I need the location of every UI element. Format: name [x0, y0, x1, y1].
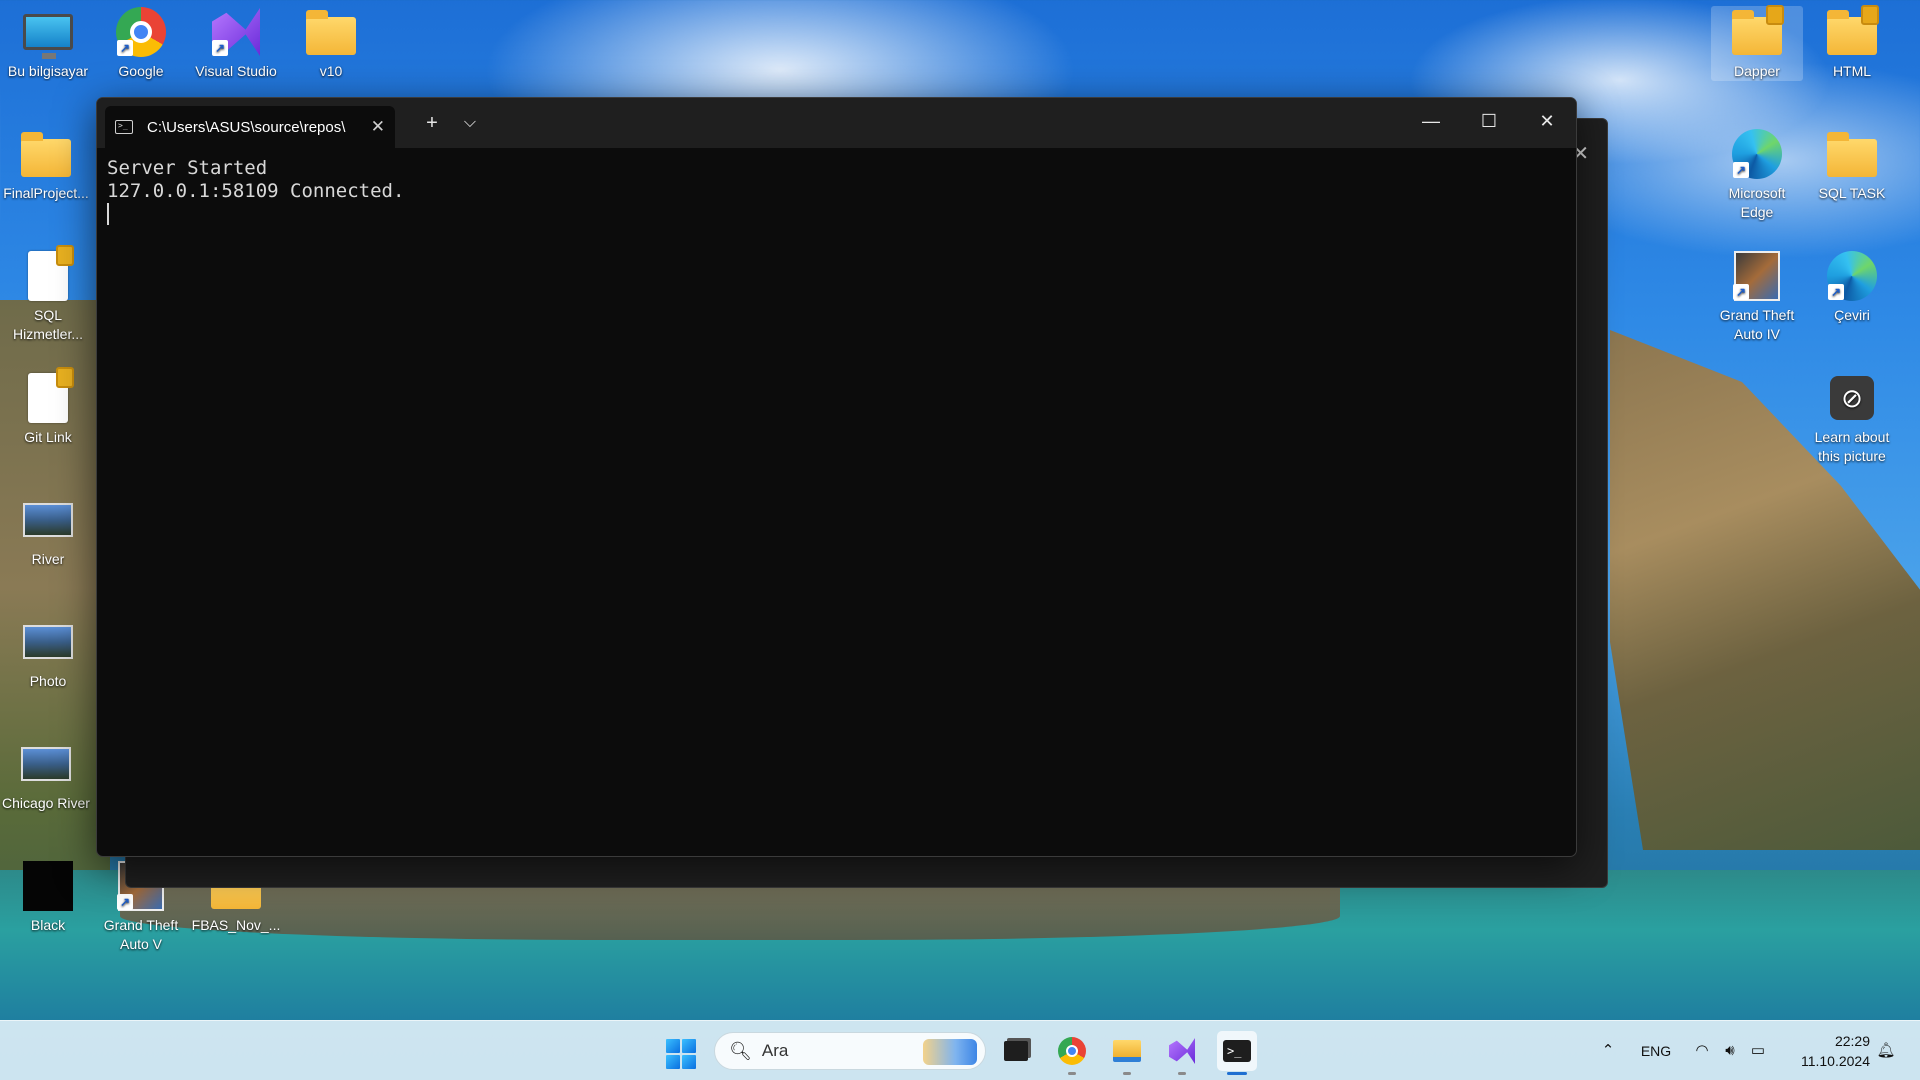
edge-icon: ↗: [1826, 250, 1878, 302]
wallpaper-shore: [120, 880, 1340, 940]
desktop-icon-this-pc[interactable]: Bu bilgisayar: [2, 6, 94, 81]
chrome-icon: [1058, 1037, 1086, 1065]
desktop-icon-chicago-river[interactable]: Chicago River: [0, 738, 92, 813]
taskbar: 🔍︎ Ara >_ ⌃ ENG ◠ 🔊︎ ▭ 22:29 11.10.2024 …: [0, 1020, 1920, 1080]
file-explorer-icon: [1113, 1040, 1141, 1062]
task-view-icon: [1004, 1041, 1028, 1061]
desktop-icon-label: Çeviri: [1834, 307, 1870, 323]
search-highlight-icon: [923, 1039, 977, 1065]
clock[interactable]: 22:29 11.10.2024: [1790, 1031, 1870, 1071]
visual-studio-icon: ↗: [210, 6, 262, 58]
terminal-prompt[interactable]: [107, 203, 1566, 226]
taskbar-terminal[interactable]: >_: [1217, 1031, 1257, 1075]
terminal-line: Server Started: [107, 157, 268, 179]
image-icon: [22, 616, 74, 668]
clock-time: 22:29: [1834, 1033, 1870, 1049]
notification-bell-icon[interactable]: 🔔︎: [1874, 1021, 1898, 1080]
folder-icon: [1826, 128, 1878, 180]
desktop-icon-microsoft-edge[interactable]: ↗ Microsoft Edge: [1711, 128, 1803, 222]
desktop-icon-chrome[interactable]: ↗ Google Chrome: [95, 6, 187, 84]
terminal-line: 127.0.0.1:58109 Connected.: [107, 180, 405, 202]
tab-close-icon[interactable]: ✕: [371, 117, 385, 137]
wifi-icon[interactable]: ◠: [1690, 1021, 1714, 1080]
visual-studio-icon: [1169, 1038, 1195, 1064]
search-placeholder: Ara: [761, 1041, 789, 1060]
desktop-icon-label: River: [31, 551, 65, 567]
text-cursor: [107, 203, 109, 225]
desktop-icon-label: SQL Hizmetler...: [12, 307, 83, 342]
desktop-icon-git-link[interactable]: Git Link: [2, 367, 94, 447]
document-icon: [22, 367, 74, 424]
desktop-icon-label: Grand Theft Auto V: [103, 917, 179, 952]
desktop-icon-sql-hizmetler[interactable]: SQL Hizmetler...: [2, 245, 94, 344]
desktop-icon-html[interactable]: HTML: [1806, 5, 1898, 81]
new-tab-button[interactable]: +: [415, 108, 449, 138]
desktop-icon-label: Chicago River: [2, 795, 90, 811]
chrome-icon: ↗: [115, 6, 167, 58]
minimize-button[interactable]: —: [1402, 98, 1460, 144]
desktop-icon-label: v10: [319, 63, 343, 79]
desktop-icon-river[interactable]: River: [2, 494, 94, 569]
desktop-icon-v10[interactable]: v10: [285, 6, 377, 81]
chevron-up-icon[interactable]: ⌃: [1596, 1021, 1620, 1080]
desktop-icon-photo[interactable]: Photo: [2, 616, 94, 691]
terminal-tab[interactable]: >_ C:\Users\ASUS\source\repos\ ✕: [105, 106, 395, 148]
edge-icon: ↗: [1731, 128, 1783, 180]
folder-icon: [305, 6, 357, 58]
desktop-icon-label: Dapper: [1734, 63, 1780, 79]
taskbar-chrome[interactable]: [1052, 1031, 1092, 1075]
close-button[interactable]: ✕: [1518, 98, 1576, 144]
terminal-titlebar[interactable]: >_ C:\Users\ASUS\source\repos\ ✕ + ⌵ — ☐…: [97, 98, 1576, 148]
desktop-icon-label: FBAS_Nov_...: [191, 917, 281, 933]
desktop-icon-label: Google Chrome: [116, 63, 166, 84]
terminal-window[interactable]: >_ C:\Users\ASUS\source\repos\ ✕ + ⌵ — ☐…: [96, 97, 1577, 857]
start-button[interactable]: [666, 1039, 696, 1069]
game-icon: ↗: [1731, 250, 1783, 302]
image-icon: [22, 860, 74, 912]
desktop-icon-label: Black: [30, 917, 66, 933]
desktop-icon-label: Microsoft Edge: [1728, 185, 1786, 220]
desktop-icon-dapper[interactable]: Dapper: [1711, 5, 1803, 81]
search-box[interactable]: 🔍︎ Ara: [714, 1032, 986, 1070]
desktop-icon-visual-studio[interactable]: ↗ Visual Studio 2022: [190, 6, 282, 84]
folder-icon: [1826, 5, 1879, 58]
maximize-button[interactable]: ☐: [1460, 98, 1518, 144]
folder-icon: [20, 128, 72, 180]
taskbar-file-explorer[interactable]: [1107, 1031, 1147, 1075]
terminal-output[interactable]: Server Started 127.0.0.1:58109 Connected…: [97, 148, 1576, 235]
desktop-icon-label: Visual Studio 2022: [195, 63, 277, 84]
image-icon: [20, 738, 72, 790]
desktop-icon-label: Grand Theft Auto IV: [1719, 307, 1795, 342]
desktop-icon-label: FinalProject...: [3, 185, 89, 201]
volume-icon[interactable]: 🔊︎: [1718, 1021, 1742, 1080]
battery-icon[interactable]: ▭: [1746, 1021, 1770, 1080]
desktop-icon-label: Bu bilgisayar: [7, 63, 89, 79]
desktop-icon-label: Git Link: [24, 429, 72, 445]
desktop-icon-gta-iv[interactable]: ↗ Grand Theft Auto IV: [1711, 250, 1803, 344]
desktop-icon-finalproject[interactable]: FinalProject...: [0, 128, 92, 203]
desktop-icon-label: SQL TASK: [1818, 185, 1886, 201]
search-icon: 🔍︎: [729, 1040, 752, 1061]
desktop-icon-ceviri[interactable]: ↗ Çeviri: [1806, 250, 1898, 325]
dropdown-button[interactable]: ⌵: [453, 108, 487, 138]
image-icon: [22, 494, 74, 546]
desktop-icon-label: Photo: [29, 673, 67, 689]
document-icon: [22, 245, 74, 302]
clock-date: 11.10.2024: [1800, 1053, 1870, 1069]
desktop-icon-black[interactable]: Black: [2, 860, 94, 935]
tab-title: C:\Users\ASUS\source\repos\: [147, 118, 346, 136]
terminal-icon: >_: [1223, 1040, 1251, 1062]
folder-icon: [1731, 5, 1784, 58]
desktop-icon-label: HTML: [1832, 63, 1872, 79]
language-indicator[interactable]: ENG: [1636, 1021, 1676, 1080]
desktop-icon-learn-about-picture[interactable]: ⊘ Learn about this picture: [1806, 372, 1898, 466]
taskbar-visual-studio[interactable]: [1162, 1031, 1202, 1075]
camera-icon: ⊘: [1826, 372, 1878, 424]
computer-icon: [22, 6, 74, 59]
terminal-icon: >_: [115, 120, 133, 134]
desktop-icon-label: Learn about this picture: [1814, 429, 1890, 464]
desktop-icon-sql-task[interactable]: SQL TASK: [1806, 128, 1898, 203]
taskbar-task-view[interactable]: [996, 1031, 1036, 1071]
